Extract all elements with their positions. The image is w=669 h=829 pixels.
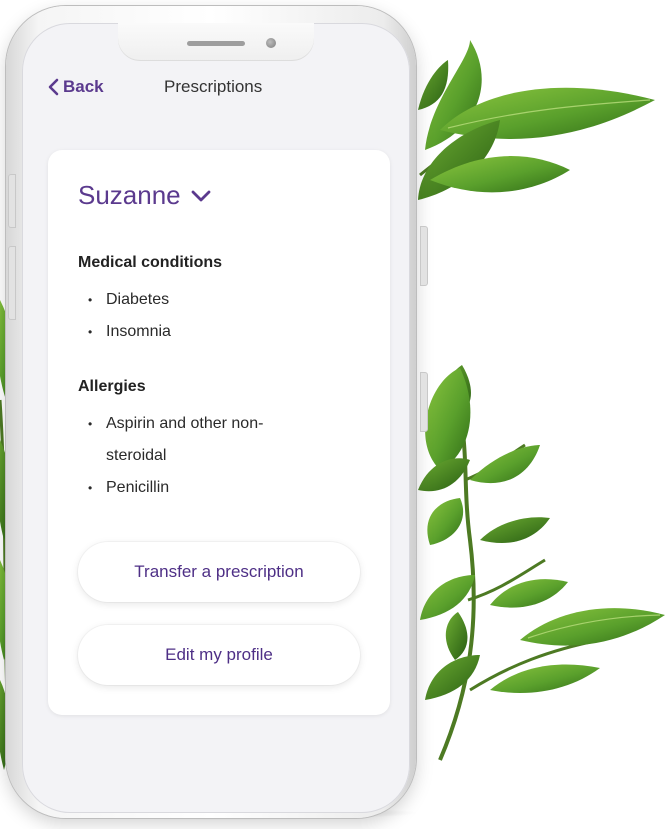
- speaker-grille: [187, 41, 245, 46]
- back-label: Back: [63, 77, 104, 96]
- allergies-heading: Allergies: [78, 378, 146, 395]
- profile-selector[interactable]: Suzanne: [78, 180, 211, 211]
- front-camera: [266, 38, 276, 48]
- chevron-down-icon: [191, 190, 211, 201]
- page-title: Prescriptions: [164, 77, 263, 96]
- profile-card: Suzanne Medical conditions Diabetes Inso…: [48, 150, 390, 715]
- list-item: Penicillin: [78, 472, 368, 504]
- edit-profile-button[interactable]: Edit my profile: [78, 625, 360, 685]
- mute-switch: [8, 174, 16, 228]
- medical-conditions-list: Diabetes Insomnia: [78, 284, 368, 348]
- phone-frame: Back Prescriptions Suzanne Medical condi…: [6, 6, 428, 818]
- scene: Back Prescriptions Suzanne Medical condi…: [0, 0, 669, 829]
- list-item: Insomnia: [78, 316, 368, 348]
- side-button: [420, 372, 428, 432]
- chevron-left-icon: [48, 78, 59, 96]
- phone-screen: Back Prescriptions Suzanne Medical condi…: [22, 23, 410, 813]
- volume-button: [8, 246, 16, 320]
- medical-conditions-heading: Medical conditions: [78, 254, 223, 271]
- list-item: Diabetes: [78, 284, 368, 316]
- profile-name: Suzanne: [78, 180, 181, 210]
- allergies-list: Aspirin and other non-steroidal Penicill…: [78, 408, 368, 504]
- notch: [118, 23, 314, 61]
- navigation-bar: Back Prescriptions: [22, 63, 410, 117]
- list-item: Aspirin and other non-steroidal: [78, 408, 276, 472]
- power-button: [420, 226, 428, 286]
- back-button[interactable]: Back: [47, 73, 104, 101]
- transfer-prescription-button[interactable]: Transfer a prescription: [78, 542, 360, 602]
